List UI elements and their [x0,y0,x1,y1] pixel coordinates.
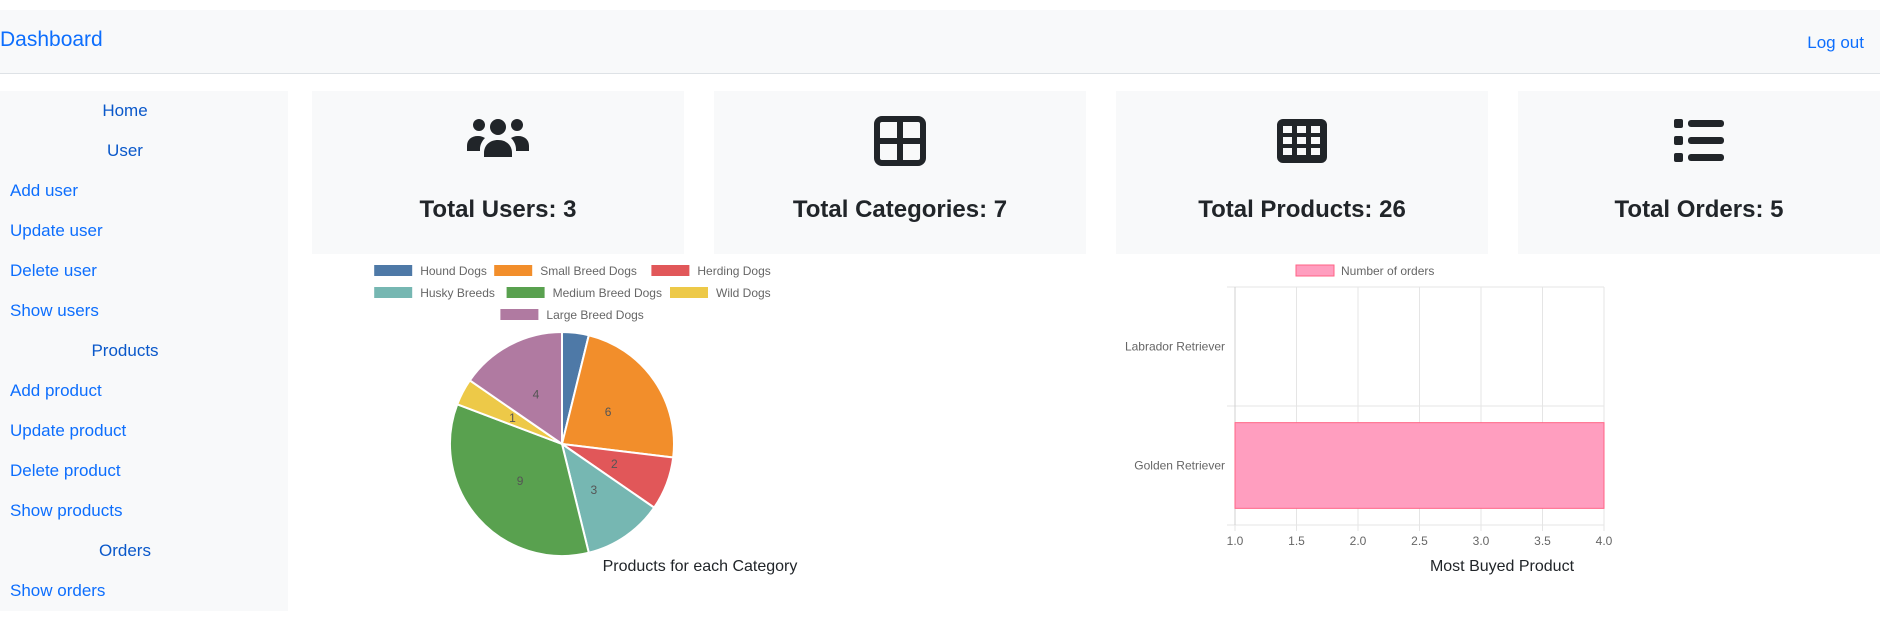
pie-slice-value-label: 1 [509,411,516,425]
pie-slice-value-label: 6 [605,405,612,419]
total-orders-label: Total Orders: 5 [1614,196,1784,223]
legend-label: Husky Breeds [420,286,495,300]
total-categories-card: Total Categories: 7 [714,91,1086,254]
legend-item-husky-breeds[interactable]: Husky Breeds [374,286,495,300]
total-orders-card: Total Orders: 5 [1518,91,1880,254]
legend-label: Wild Dogs [716,286,771,300]
top-navbar: Dashboard Log out [0,10,1880,74]
dashboard-brand-link[interactable]: Dashboard [0,28,103,52]
legend-item-wild-dogs[interactable]: Wild Dogs [670,286,771,300]
sidebar-item-delete-user[interactable]: Delete user [10,261,97,281]
sidebar-item-add-product[interactable]: Add product [10,381,102,401]
bar-chart-title: Most Buyed Product [1429,558,1575,575]
x-tick-label: 3.5 [1534,534,1551,548]
sidebar-item-orders[interactable]: Orders [0,541,250,561]
list-icon [1674,119,1724,162]
legend-label: Medium Breed Dogs [553,286,662,300]
x-tick-label: 2.5 [1411,534,1428,548]
legend-swatch [374,265,413,276]
legend-item-number-of-orders[interactable]: Number of orders [1295,264,1434,278]
y-tick-label: Labrador Retriever [1125,340,1225,354]
pie-slice-value-label: 2 [611,457,618,471]
x-tick-label: 2.0 [1350,534,1367,548]
legend-item-large-breed-dogs[interactable]: Large Breed Dogs [500,308,644,322]
x-tick-label: 1.0 [1227,534,1244,548]
legend-swatch [494,265,533,276]
legend-swatch [374,287,413,298]
legend-swatch [500,309,539,320]
sidebar-item-show-orders[interactable]: Show orders [10,581,105,601]
sidebar: Home User Add user Update user Delete us… [0,91,288,611]
legend-label: Small Breed Dogs [540,264,637,278]
legend-item-medium-breed-dogs[interactable]: Medium Breed Dogs [506,286,662,300]
sidebar-item-user[interactable]: User [0,141,250,161]
sidebar-item-update-user[interactable]: Update user [10,221,103,241]
total-products-card: Total Products: 26 [1116,91,1488,254]
pie-slice-value-label: 3 [590,483,597,497]
legend-item-small-breed-dogs[interactable]: Small Breed Dogs [494,264,637,278]
legend-label: Hound Dogs [420,264,487,278]
bar-golden-retriever[interactable] [1234,422,1605,509]
sidebar-item-add-user[interactable]: Add user [10,181,78,201]
logout-link[interactable]: Log out [1807,33,1864,53]
x-tick-label: 1.5 [1288,534,1305,548]
legend-label: Herding Dogs [697,264,770,278]
legend-swatch [506,287,545,298]
legend-item-hound-dogs[interactable]: Hound Dogs [374,264,487,278]
sidebar-item-home[interactable]: Home [0,101,250,121]
total-users-card: Total Users: 3 [312,91,684,254]
pie-slice-value-label: 9 [517,474,524,488]
legend-swatch [670,287,708,298]
x-tick-label: 4.0 [1596,534,1613,548]
legend-label: Large Breed Dogs [546,308,643,322]
sidebar-item-products[interactable]: Products [0,341,250,361]
y-tick-label: Golden Retriever [1134,459,1225,473]
x-tick-label: 3.0 [1473,534,1490,548]
sidebar-item-update-product[interactable]: Update product [10,421,126,441]
products-grid-icon [1277,119,1327,163]
sidebar-item-delete-product[interactable]: Delete product [10,461,121,481]
pie-chart-title: Products for each Category [602,558,798,575]
legend-item-herding-dogs[interactable]: Herding Dogs [651,264,771,278]
total-categories-label: Total Categories: 7 [792,196,1008,223]
sidebar-item-show-users[interactable]: Show users [10,301,99,321]
users-icon [467,119,529,157]
most-buyed-product-bar-chart: Number of orders 1.0 1.5 2.0 2.5 3.0 3.5 4.0 Lab… [1125,264,1613,548]
sidebar-item-show-products[interactable]: Show products [10,501,122,521]
total-users-label: Total Users: 3 [419,196,577,223]
legend-swatch [1295,264,1335,277]
products-per-category-pie-chart: Hound Dogs Small Breed Dogs Herding Dogs Hu… [374,264,771,557]
total-products-label: Total Products: 26 [1198,196,1406,223]
categories-icon [874,116,926,166]
legend-label: Number of orders [1341,264,1434,278]
pie-slice-value-label: 4 [533,387,540,401]
legend-swatch [651,265,690,276]
